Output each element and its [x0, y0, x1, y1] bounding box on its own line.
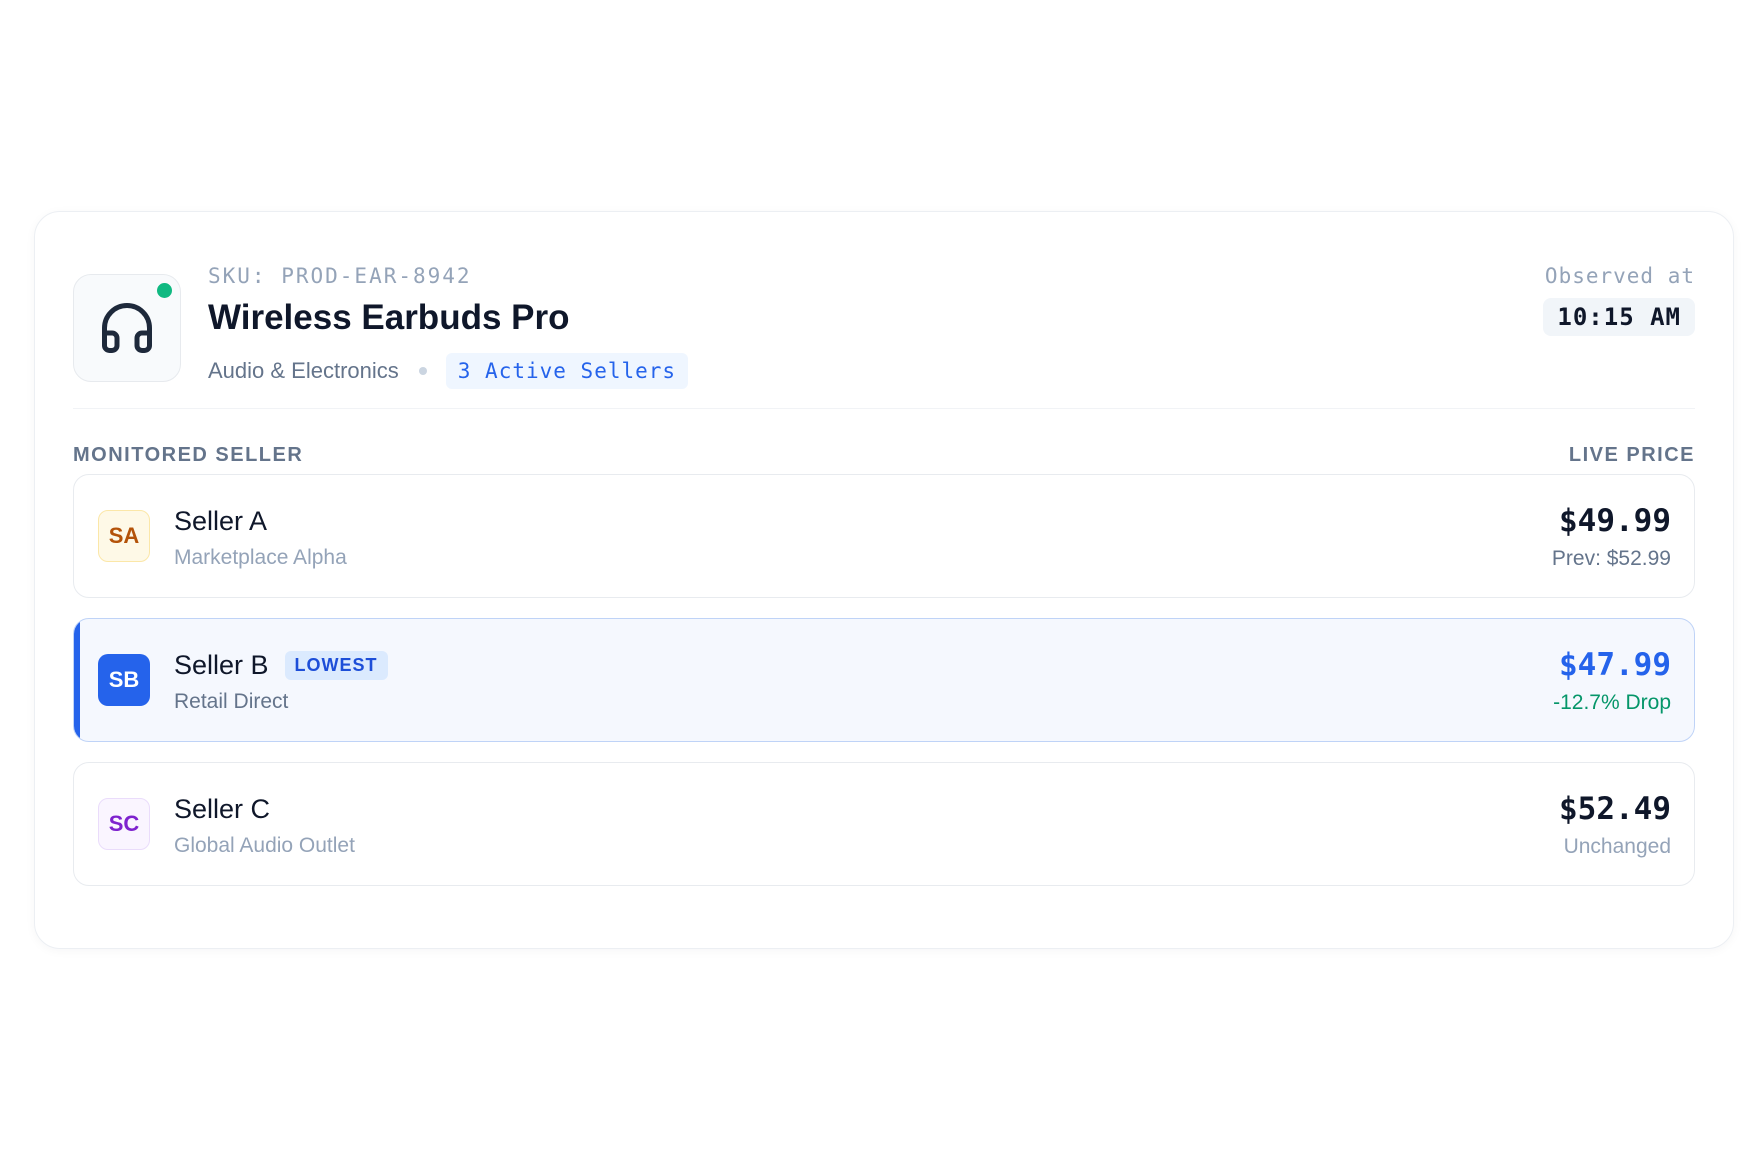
- active-sellers-badge: 3 Active Sellers: [445, 353, 689, 389]
- seller-row-b[interactable]: SB Seller B LOWEST Retail Direct $47.99 …: [73, 618, 1695, 742]
- live-price: $49.99: [1559, 503, 1671, 539]
- seller-info: Seller A Marketplace Alpha: [174, 504, 347, 570]
- seller-marketplace: Retail Direct: [174, 690, 289, 713]
- online-status-dot: [157, 283, 172, 298]
- headphones-icon: [102, 303, 152, 353]
- seller-marketplace: Marketplace Alpha: [174, 546, 347, 569]
- product-header: SKU: PROD-EAR-8942 Wireless Earbuds Pro …: [73, 262, 1695, 389]
- previous-price: Prev: $52.99: [1551, 547, 1671, 570]
- seller-avatar: SC: [98, 798, 150, 850]
- seller-name: Seller C: [174, 793, 271, 824]
- live-price: $47.99: [1559, 647, 1671, 683]
- price-block: $52.49 Unchanged: [1559, 791, 1671, 859]
- observed-timestamp: Observed at 10:15 AM: [1543, 262, 1695, 336]
- seller-info: Seller B LOWEST Retail Direct: [174, 648, 388, 714]
- seller-name: Seller A: [174, 505, 268, 536]
- price-block: $47.99 -12.7% Drop: [1553, 647, 1671, 715]
- product-info: SKU: PROD-EAR-8942 Wireless Earbuds Pro …: [208, 262, 689, 390]
- price-change: -12.7% Drop: [1553, 691, 1671, 714]
- product-meta: Audio & Electronics 3 Active Sellers: [208, 352, 689, 390]
- seller-avatar: SA: [98, 510, 150, 562]
- product-sku: SKU: PROD-EAR-8942: [208, 264, 472, 288]
- product-thumbnail: [73, 274, 181, 382]
- seller-row-a[interactable]: SA Seller A Marketplace Alpha $49.99 Pre…: [73, 474, 1695, 598]
- price-monitor-card: SKU: PROD-EAR-8942 Wireless Earbuds Pro …: [34, 211, 1734, 949]
- column-header-seller: MONITORED SELLER: [73, 444, 304, 466]
- seller-marketplace: Global Audio Outlet: [174, 834, 355, 857]
- price-block: $49.99 Prev: $52.99: [1552, 503, 1671, 571]
- seller-avatar: SB: [98, 654, 150, 706]
- observed-time: 10:15 AM: [1543, 298, 1695, 336]
- live-price: $52.49: [1559, 791, 1671, 827]
- seller-row-c[interactable]: SC Seller C Global Audio Outlet $52.49 U…: [73, 762, 1695, 886]
- seller-info: Seller C Global Audio Outlet: [174, 792, 355, 858]
- separator-dot: [418, 367, 427, 375]
- seller-name: Seller B: [174, 649, 269, 680]
- product-category: Audio & Electronics: [208, 358, 399, 383]
- lowest-price-badge: LOWEST: [284, 650, 388, 680]
- price-status: Unchanged: [1563, 835, 1671, 858]
- product-title: Wireless Earbuds Pro: [208, 298, 570, 337]
- column-header-price: LIVE PRICE: [1568, 444, 1695, 466]
- header-divider: [73, 408, 1695, 409]
- observed-label: Observed at: [1544, 264, 1695, 288]
